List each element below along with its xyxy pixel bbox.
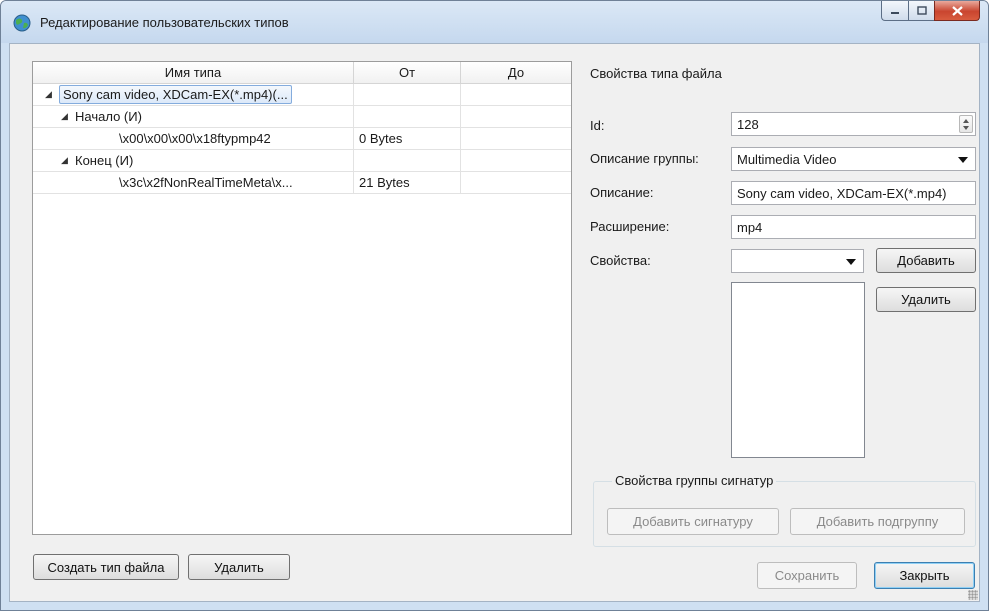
window-title: Редактирование пользовательских типов bbox=[40, 15, 289, 30]
tree-node-label[interactable]: \x3c\x2fNonRealTimeMeta\x... bbox=[119, 175, 293, 190]
tree-row-end[interactable]: ◢ Конец (И) bbox=[33, 150, 571, 172]
tree-node-label[interactable]: \x00\x00\x00\x18ftypmp42 bbox=[119, 131, 271, 146]
properties-listbox[interactable] bbox=[731, 282, 865, 458]
close-icon bbox=[951, 5, 963, 16]
extension-input[interactable]: mp4 bbox=[731, 215, 976, 239]
minimize-button[interactable] bbox=[881, 1, 908, 21]
window-controls bbox=[881, 1, 980, 21]
properties-label: Свойства: bbox=[590, 253, 651, 268]
extension-value: mp4 bbox=[737, 219, 763, 235]
tree-cell-from: 0 Bytes bbox=[354, 128, 461, 150]
add-property-button[interactable]: Добавить bbox=[876, 248, 976, 273]
expand-arrow-icon[interactable]: ◢ bbox=[61, 155, 69, 166]
tree-cell-to bbox=[461, 172, 571, 194]
tree-cell-to bbox=[461, 84, 571, 106]
tree-cell-to bbox=[461, 106, 571, 128]
add-signature-button[interactable]: Добавить сигнатуру bbox=[607, 508, 779, 535]
tree-row-signature[interactable]: \x3c\x2fNonRealTimeMeta\x... 21 Bytes bbox=[33, 172, 571, 194]
tree-header: Имя типа От До bbox=[33, 62, 571, 84]
id-spinbox[interactable]: 128 bbox=[731, 112, 976, 136]
tree-cell-from bbox=[354, 84, 461, 106]
tree-cell-name: ◢ Начало (И) bbox=[33, 106, 354, 128]
column-header-type-name[interactable]: Имя типа bbox=[33, 62, 354, 83]
type-tree-grid[interactable]: Имя типа От До ◢ Sony cam video, XDCam-E… bbox=[32, 61, 572, 535]
spin-buttons-icon[interactable] bbox=[959, 115, 973, 133]
signature-group-title: Свойства группы сигнатур bbox=[612, 473, 777, 488]
maximize-button[interactable] bbox=[908, 1, 934, 21]
resize-grip-icon[interactable] bbox=[968, 590, 978, 600]
close-window-button[interactable] bbox=[934, 1, 980, 21]
description-input[interactable]: Sony cam video, XDCam-EX(*.mp4) bbox=[731, 181, 976, 205]
column-header-from[interactable]: От bbox=[354, 62, 461, 83]
tree-cell-name: \x3c\x2fNonRealTimeMeta\x... bbox=[33, 172, 354, 194]
dialog-content: Имя типа От До ◢ Sony cam video, XDCam-E… bbox=[9, 43, 980, 602]
close-button[interactable]: Закрыть bbox=[874, 562, 975, 589]
remove-property-button[interactable]: Удалить bbox=[876, 287, 976, 312]
app-globe-icon bbox=[13, 14, 31, 32]
properties-heading: Свойства типа файла bbox=[590, 66, 722, 81]
tree-cell-name: ◢ Sony cam video, XDCam-EX(*.mp4)(... bbox=[33, 84, 354, 106]
save-button[interactable]: Сохранить bbox=[757, 562, 857, 589]
group-description-value: Multimedia Video bbox=[737, 151, 837, 167]
group-description-dropdown[interactable]: Multimedia Video bbox=[731, 147, 976, 171]
expand-arrow-icon[interactable]: ◢ bbox=[45, 89, 53, 100]
expand-arrow-icon[interactable]: ◢ bbox=[61, 111, 69, 122]
extension-label: Расширение: bbox=[590, 219, 670, 234]
tree-cell-to bbox=[461, 128, 571, 150]
description-label: Описание: bbox=[590, 185, 654, 200]
properties-dropdown[interactable] bbox=[731, 249, 864, 273]
tree-cell-name: \x00\x00\x00\x18ftypmp42 bbox=[33, 128, 354, 150]
minimize-icon bbox=[891, 11, 899, 14]
tree-row-signature[interactable]: \x00\x00\x00\x18ftypmp42 0 Bytes bbox=[33, 128, 571, 150]
group-description-label: Описание группы: bbox=[590, 151, 699, 166]
id-value: 128 bbox=[737, 116, 759, 132]
id-label: Id: bbox=[590, 118, 605, 133]
tree-cell-from: 21 Bytes bbox=[354, 172, 461, 194]
tree-cell-to bbox=[461, 150, 571, 172]
create-file-type-button[interactable]: Создать тип файла bbox=[33, 554, 179, 580]
tree-row-type[interactable]: ◢ Sony cam video, XDCam-EX(*.mp4)(... bbox=[33, 84, 571, 106]
add-subgroup-button[interactable]: Добавить подгруппу bbox=[790, 508, 965, 535]
tree-node-label[interactable]: Sony cam video, XDCam-EX(*.mp4)(... bbox=[59, 85, 292, 104]
delete-type-button[interactable]: Удалить bbox=[188, 554, 290, 580]
dialog-window: Редактирование пользовательских типов Им… bbox=[0, 0, 989, 611]
tree-node-label[interactable]: Начало (И) bbox=[75, 109, 142, 124]
tree-node-label[interactable]: Конец (И) bbox=[75, 153, 133, 168]
tree-cell-from bbox=[354, 150, 461, 172]
title-bar[interactable]: Редактирование пользовательских типов bbox=[1, 1, 988, 43]
dropdown-arrow-icon bbox=[846, 259, 856, 265]
description-value: Sony cam video, XDCam-EX(*.mp4) bbox=[737, 185, 947, 201]
tree-cell-name: ◢ Конец (И) bbox=[33, 150, 354, 172]
tree-row-start[interactable]: ◢ Начало (И) bbox=[33, 106, 571, 128]
maximize-icon bbox=[916, 6, 927, 15]
tree-cell-from bbox=[354, 106, 461, 128]
dropdown-arrow-icon bbox=[958, 157, 968, 163]
column-header-to[interactable]: До bbox=[461, 62, 571, 83]
